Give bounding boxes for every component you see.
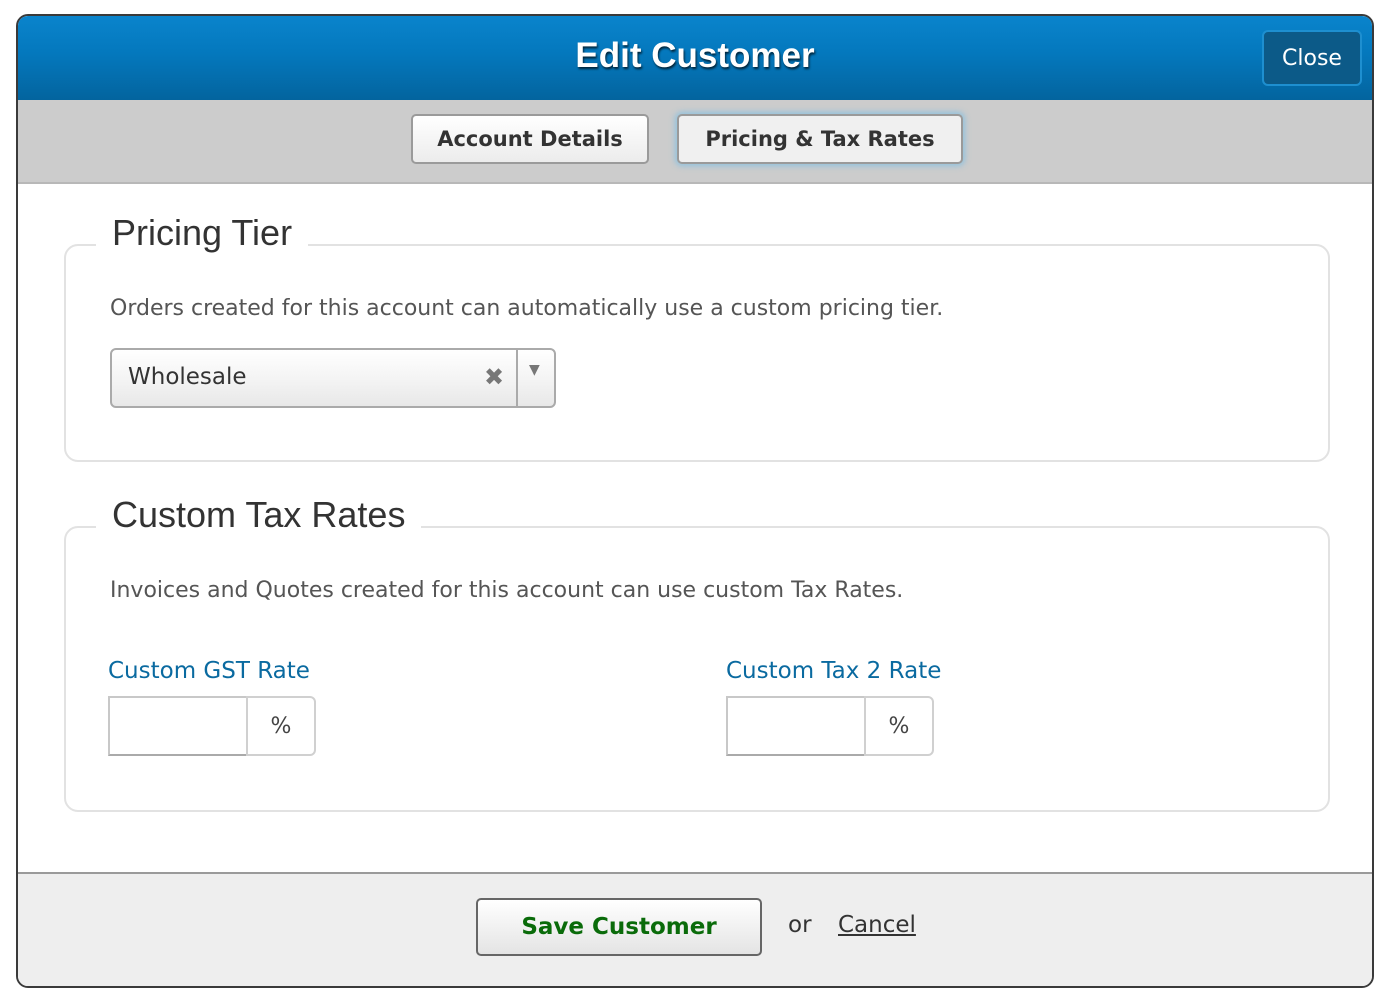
- tab-bar: Account Details Pricing & Tax Rates: [18, 100, 1372, 184]
- custom-tax2-rate-group: %: [726, 696, 934, 756]
- custom-gst-rate-label: Custom GST Rate: [108, 658, 310, 684]
- custom-tax-rates-legend: Custom Tax Rates: [96, 494, 422, 536]
- cancel-link[interactable]: Cancel: [838, 912, 916, 938]
- dialog-header: Edit Customer Close: [18, 16, 1372, 101]
- tab-account-details[interactable]: Account Details: [411, 114, 649, 164]
- dialog-title: Edit Customer: [575, 36, 815, 75]
- percent-addon: %: [864, 696, 934, 756]
- custom-tax-rates-description: Invoices and Quotes created for this acc…: [110, 578, 904, 603]
- tab-pricing-tax-rates[interactable]: Pricing & Tax Rates: [677, 114, 963, 164]
- dropdown-toggle[interactable]: ▼: [516, 350, 554, 406]
- custom-tax2-rate-input[interactable]: [726, 696, 866, 756]
- or-text: or: [788, 912, 812, 938]
- custom-tax-rates-section: Custom Tax Rates Invoices and Quotes cre…: [64, 494, 1330, 812]
- clear-selection-icon[interactable]: ✖: [484, 363, 504, 391]
- custom-tax2-rate-label: Custom Tax 2 Rate: [726, 658, 942, 684]
- pricing-tier-description: Orders created for this account can auto…: [110, 296, 944, 321]
- pricing-tier-selected-value: Wholesale: [128, 364, 247, 390]
- chevron-down-icon: ▼: [529, 362, 540, 378]
- pricing-tier-legend: Pricing Tier: [96, 212, 309, 254]
- dialog-footer: Save Customer or Cancel: [18, 872, 1372, 986]
- pricing-tier-select[interactable]: Wholesale ✖ ▼: [110, 348, 556, 408]
- custom-gst-rate-input[interactable]: [108, 696, 248, 756]
- percent-addon: %: [246, 696, 316, 756]
- close-button[interactable]: Close: [1262, 30, 1362, 86]
- save-customer-button[interactable]: Save Customer: [476, 898, 762, 956]
- pricing-tier-section: Pricing Tier Orders created for this acc…: [64, 212, 1330, 462]
- custom-gst-rate-group: %: [108, 696, 316, 756]
- edit-customer-dialog: Edit Customer Close Account Details Pric…: [16, 14, 1374, 988]
